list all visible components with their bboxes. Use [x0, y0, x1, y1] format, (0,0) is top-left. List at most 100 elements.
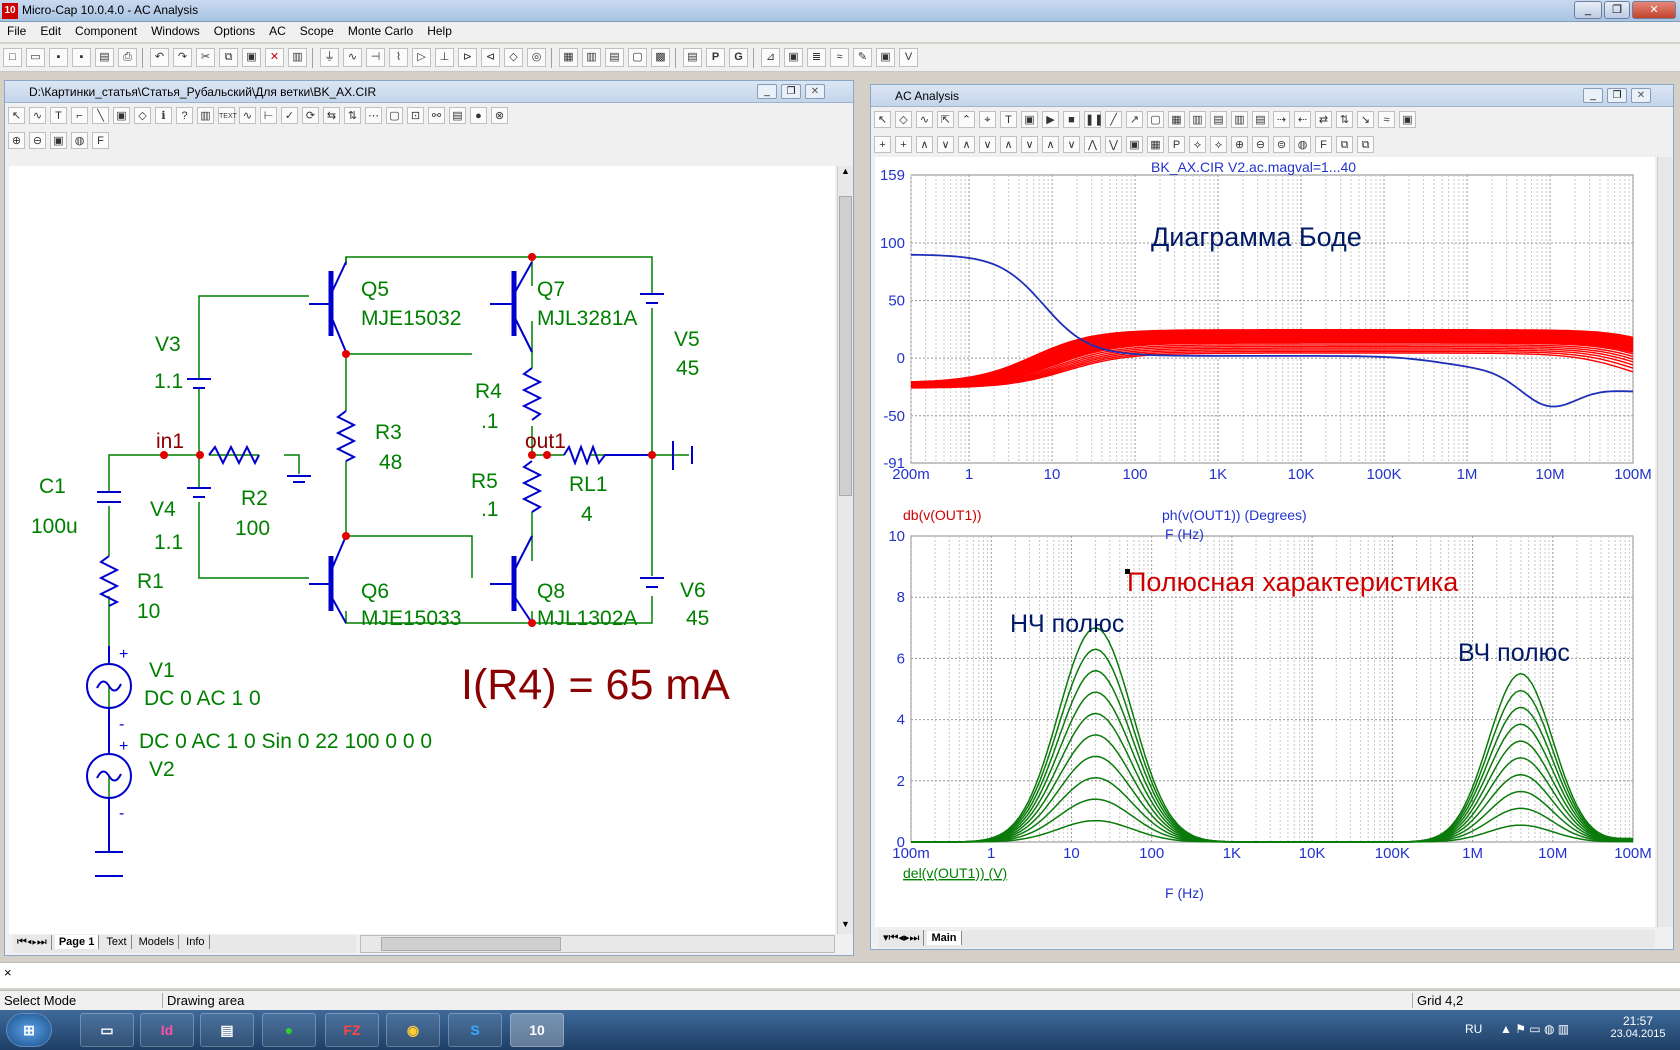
- restore-button[interactable]: ❐: [1604, 1, 1630, 19]
- menu-windows[interactable]: Windows: [144, 22, 207, 40]
- wave-icon[interactable]: ≈: [1378, 111, 1395, 128]
- tile-horizontal-icon[interactable]: ▤: [605, 48, 624, 67]
- probe-icon[interactable]: ◎: [527, 48, 546, 67]
- menu-monte-carlo[interactable]: Monte Carlo: [341, 22, 420, 40]
- print-preview-icon[interactable]: ▤: [95, 48, 114, 67]
- cursor-prev-icon[interactable]: +: [895, 136, 912, 153]
- align-icon[interactable]: ⟡: [1189, 136, 1206, 153]
- schematic-vertical-scrollbar[interactable]: ▲ ▼: [837, 166, 853, 934]
- marker-icon[interactable]: ⇄: [1315, 111, 1332, 128]
- marker-icon[interactable]: ✓: [281, 107, 298, 124]
- schematic-close-button[interactable]: ✕: [805, 84, 825, 99]
- zoom-out-icon[interactable]: ⊖: [29, 132, 46, 149]
- peak-icon[interactable]: ∧: [916, 136, 933, 153]
- paste-icon[interactable]: ▣: [242, 48, 261, 67]
- slope-icon[interactable]: ∨: [1063, 136, 1080, 153]
- tile-vertical-icon[interactable]: ▥: [582, 48, 601, 67]
- zoom-fit-icon[interactable]: ⊡: [407, 107, 424, 124]
- split-icon[interactable]: ▥: [1231, 111, 1248, 128]
- open-folder-icon[interactable]: ▭: [26, 48, 45, 67]
- rotate-icon[interactable]: ⟳: [302, 107, 319, 124]
- shapes-icon[interactable]: ◇: [895, 111, 912, 128]
- text-tool-icon[interactable]: T: [1000, 111, 1017, 128]
- tokens-icon[interactable]: ▦: [1147, 136, 1164, 153]
- line-icon[interactable]: ╲: [92, 107, 109, 124]
- run-icon[interactable]: ▶: [1042, 111, 1059, 128]
- plot-icon[interactable]: ▣: [784, 48, 803, 67]
- valley-icon[interactable]: ∨: [937, 136, 954, 153]
- menu-options[interactable]: Options: [207, 22, 262, 40]
- scale-icon[interactable]: ⇱: [937, 111, 954, 128]
- taskbar-microcap-icon[interactable]: 10: [510, 1013, 564, 1047]
- select-arrow-icon[interactable]: ↖: [874, 111, 891, 128]
- scope-icon[interactable]: ▣: [1399, 111, 1416, 128]
- curve-icon[interactable]: ∿: [916, 111, 933, 128]
- cut-icon[interactable]: ✂: [196, 48, 215, 67]
- taskbar-indesign-icon[interactable]: Id: [140, 1013, 194, 1047]
- rows-icon[interactable]: ▤: [1252, 111, 1269, 128]
- info2-icon[interactable]: ▤: [449, 107, 466, 124]
- calculator-icon[interactable]: ▩: [651, 48, 670, 67]
- stop-icon[interactable]: ■: [1063, 111, 1080, 128]
- menu-file[interactable]: File: [0, 22, 33, 40]
- column-icon[interactable]: ▥: [1189, 111, 1206, 128]
- delete-icon[interactable]: ✕: [265, 48, 284, 67]
- language-indicator[interactable]: RU: [1465, 1022, 1482, 1036]
- output-close-icon[interactable]: ×: [4, 965, 12, 980]
- inflection-icon[interactable]: ∧: [1000, 136, 1017, 153]
- grid-icon[interactable]: ⋯: [365, 107, 382, 124]
- zoom-in-icon[interactable]: ⊕: [8, 132, 25, 149]
- taskbar-skype-icon[interactable]: S: [448, 1013, 502, 1047]
- global-high-icon[interactable]: ∨: [1021, 136, 1038, 153]
- menu-help[interactable]: Help: [420, 22, 459, 40]
- g-icon[interactable]: G: [729, 48, 748, 67]
- schematic-horizontal-scrollbar[interactable]: [360, 935, 835, 953]
- analysis-icon[interactable]: ⊿: [761, 48, 780, 67]
- v-icon[interactable]: V: [899, 48, 918, 67]
- tab-info[interactable]: Info: [182, 935, 210, 949]
- peak-find-icon[interactable]: ⇅: [1336, 111, 1353, 128]
- list-icon[interactable]: ≣: [807, 48, 826, 67]
- schematic-restore-button[interactable]: ❐: [781, 84, 801, 99]
- cancel-icon[interactable]: ⊗: [491, 107, 508, 124]
- low-icon[interactable]: ∨: [979, 136, 996, 153]
- resistor-icon[interactable]: ∿: [343, 48, 362, 67]
- cascade-icon[interactable]: ▦: [559, 48, 578, 67]
- tab-text[interactable]: Text: [102, 935, 132, 949]
- tab-nav-icon[interactable]: ⏮◂▸⏭: [13, 935, 52, 950]
- properties-icon[interactable]: ▣: [1021, 111, 1038, 128]
- bottom-icon[interactable]: ⋁: [1105, 136, 1122, 153]
- pnp-icon[interactable]: ⊲: [481, 48, 500, 67]
- menu-scope[interactable]: Scope: [293, 22, 341, 40]
- attr-icon[interactable]: ∿: [239, 107, 256, 124]
- tag-icon[interactable]: ⌖: [979, 111, 996, 128]
- battery-icon[interactable]: ⊥: [435, 48, 454, 67]
- bounds-icon[interactable]: ▢: [386, 107, 403, 124]
- save-icon[interactable]: ▪: [49, 48, 68, 67]
- globe-icon[interactable]: ◍: [71, 132, 88, 149]
- peak-icon[interactable]: ⌃: [958, 111, 975, 128]
- copy-plot-icon[interactable]: ⧉: [1336, 136, 1353, 153]
- schematic-canvas[interactable]: Q5 MJE15032 Q7 MJL3281A Q6 MJE15033 Q8 M…: [9, 166, 835, 934]
- taskbar-green-app-icon[interactable]: ●: [262, 1013, 316, 1047]
- valley-icon[interactable]: ↘: [1357, 111, 1374, 128]
- cursor-icon[interactable]: ⇢: [1273, 111, 1290, 128]
- tab-models[interactable]: Models: [135, 935, 180, 949]
- analysis-close-button[interactable]: ✕: [1631, 88, 1651, 103]
- tab-page-1[interactable]: Page 1: [54, 935, 100, 949]
- undo-icon[interactable]: ↶: [150, 48, 169, 67]
- tab-nav-icon[interactable]: ▾⏮◂▸⏭: [879, 930, 925, 946]
- schematic-minimize-button[interactable]: _: [757, 84, 777, 99]
- close-button[interactable]: ✕: [1632, 1, 1676, 19]
- grid-icon[interactable]: ▦: [1168, 111, 1185, 128]
- select-arrow-icon[interactable]: ↖: [8, 107, 25, 124]
- save-all-icon[interactable]: ▪: [72, 48, 91, 67]
- text-label-icon[interactable]: TEXT: [218, 107, 237, 124]
- font-f-icon[interactable]: F: [1315, 136, 1332, 153]
- copy-icon[interactable]: ⧉: [219, 48, 238, 67]
- global-low-icon[interactable]: ∧: [1042, 136, 1059, 153]
- inductor-icon[interactable]: ⌇: [389, 48, 408, 67]
- new-file-icon[interactable]: □: [3, 48, 22, 67]
- component-panel-icon[interactable]: ▤: [683, 48, 702, 67]
- opamp-icon[interactable]: ◇: [504, 48, 523, 67]
